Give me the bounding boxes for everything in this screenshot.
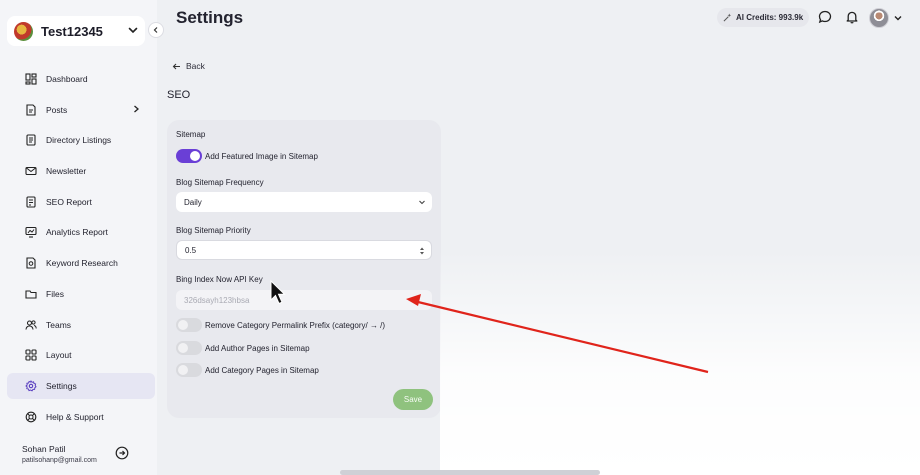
sidebar-item-seo-report[interactable]: SEO Report <box>7 189 155 215</box>
save-button[interactable]: Save <box>393 389 433 410</box>
toggle-knob <box>178 365 188 375</box>
help-icon <box>24 410 37 423</box>
remove-category-prefix-label: Remove Category Permalink Prefix (catego… <box>205 321 386 330</box>
sidebar-nav: Dashboard Posts Directory Listings Newsl… <box>7 66 155 434</box>
sidebar-item-label: Keyword Research <box>46 258 118 269</box>
user-name: Sohan Patil <box>22 444 66 454</box>
sidebar-item-directory-listings[interactable]: Directory Listings <box>7 127 155 153</box>
directory-icon <box>24 134 37 147</box>
sidebar-item-help-support[interactable]: Help & Support <box>7 404 155 430</box>
sidebar-item-layout[interactable]: Layout <box>7 342 155 368</box>
sidebar-item-label: Newsletter <box>46 166 87 177</box>
category-pages-toggle[interactable] <box>176 363 202 377</box>
background-fade <box>440 250 920 475</box>
back-link[interactable]: Back <box>172 61 205 71</box>
sidebar: Test12345 Dashboard Posts Directory List… <box>0 0 157 475</box>
collapse-sidebar-button[interactable] <box>148 22 164 38</box>
sidebar-item-posts[interactable]: Posts <box>7 97 155 123</box>
toggle-knob <box>178 320 188 330</box>
page-title: Settings <box>176 8 244 27</box>
seo-report-icon <box>24 195 37 208</box>
arrow-left-icon <box>172 63 180 69</box>
dashboard-icon <box>24 73 37 86</box>
sidebar-item-teams[interactable]: Teams <box>7 312 155 338</box>
sidebar-item-label: Directory Listings <box>46 135 112 146</box>
category-pages-label: Add Category Pages in Sitemap <box>205 366 319 375</box>
teams-icon <box>24 318 37 331</box>
remove-category-prefix-toggle[interactable] <box>176 318 202 332</box>
chevron-right-icon <box>134 105 139 113</box>
posts-icon <box>24 103 37 116</box>
author-pages-toggle[interactable] <box>176 341 202 355</box>
red-arrow-annotation <box>406 294 709 374</box>
sidebar-item-analytics-report[interactable]: Analytics Report <box>7 219 155 245</box>
sidebar-item-label: Help & Support <box>46 411 104 422</box>
layout-icon <box>24 349 37 362</box>
bing-key-placeholder: 326dsayh123hbsa <box>184 295 250 305</box>
sidebar-item-settings[interactable]: Settings <box>7 372 155 399</box>
frequency-select[interactable]: Daily <box>176 192 432 212</box>
section-title: SEO <box>167 89 191 101</box>
user-email: patilsohanp@gmail.com <box>22 457 97 464</box>
sidebar-item-label: SEO Report <box>46 196 92 207</box>
chevron-left-icon <box>153 27 158 33</box>
bing-key-label: Bing Index Now API Key <box>176 275 263 284</box>
bottom-scrollbar[interactable] <box>340 470 600 475</box>
toggle-knob <box>190 151 200 161</box>
sidebar-item-label: Teams <box>46 319 72 330</box>
featured-image-toggle[interactable] <box>176 149 202 163</box>
bing-key-input[interactable]: 326dsayh123hbsa <box>176 290 432 310</box>
avatar[interactable] <box>869 8 889 28</box>
frequency-value: Daily <box>184 197 202 207</box>
priority-input[interactable]: 0.5 <box>176 240 432 260</box>
sidebar-item-label: Settings <box>46 380 77 391</box>
sidebar-item-label: Layout <box>46 350 72 361</box>
sidebar-item-label: Files <box>46 288 64 299</box>
analytics-icon <box>24 226 37 239</box>
sidebar-item-keyword-research[interactable]: Keyword Research <box>7 250 155 276</box>
workspace-name: Test12345 <box>41 23 103 39</box>
sitemap-heading: Sitemap <box>176 130 206 139</box>
chat-icon[interactable] <box>818 10 832 24</box>
featured-image-label: Add Featured Image in Sitemap <box>205 152 318 161</box>
sidebar-item-label: Posts <box>46 104 68 115</box>
folder-icon <box>24 287 37 300</box>
back-label: Back <box>186 61 205 71</box>
workspace-logo <box>14 21 33 41</box>
author-pages-label: Add Author Pages in Sitemap <box>205 344 310 353</box>
bell-icon[interactable] <box>845 10 859 24</box>
ai-credits-label: AI Credits: 993.9k <box>736 13 804 22</box>
chevron-down-icon <box>419 200 425 205</box>
sidebar-item-dashboard[interactable]: Dashboard <box>7 66 155 92</box>
keyword-icon <box>24 257 37 270</box>
ai-credits-badge[interactable]: AI Credits: 993.9k <box>717 8 810 27</box>
sidebar-item-label: Analytics Report <box>46 227 108 238</box>
priority-value: 0.5 <box>185 245 197 255</box>
sidebar-item-files[interactable]: Files <box>7 281 155 307</box>
priority-label: Blog Sitemap Priority <box>176 226 251 235</box>
sidebar-item-newsletter[interactable]: Newsletter <box>7 158 155 184</box>
user-profile: Sohan Patil patilsohanp@gmail.com <box>22 444 97 464</box>
workspace-switcher[interactable]: Test12345 <box>7 16 145 46</box>
sidebar-item-label: Dashboard <box>46 74 88 84</box>
gear-icon <box>24 379 37 392</box>
stepper-icon[interactable] <box>419 246 425 256</box>
sparkle-icon <box>723 13 732 22</box>
chevron-down-icon <box>128 27 138 34</box>
frequency-label: Blog Sitemap Frequency <box>176 178 264 187</box>
mail-icon <box>24 165 37 178</box>
toggle-knob <box>178 343 188 353</box>
logout-icon[interactable] <box>115 446 129 460</box>
chevron-down-icon[interactable] <box>893 13 903 23</box>
